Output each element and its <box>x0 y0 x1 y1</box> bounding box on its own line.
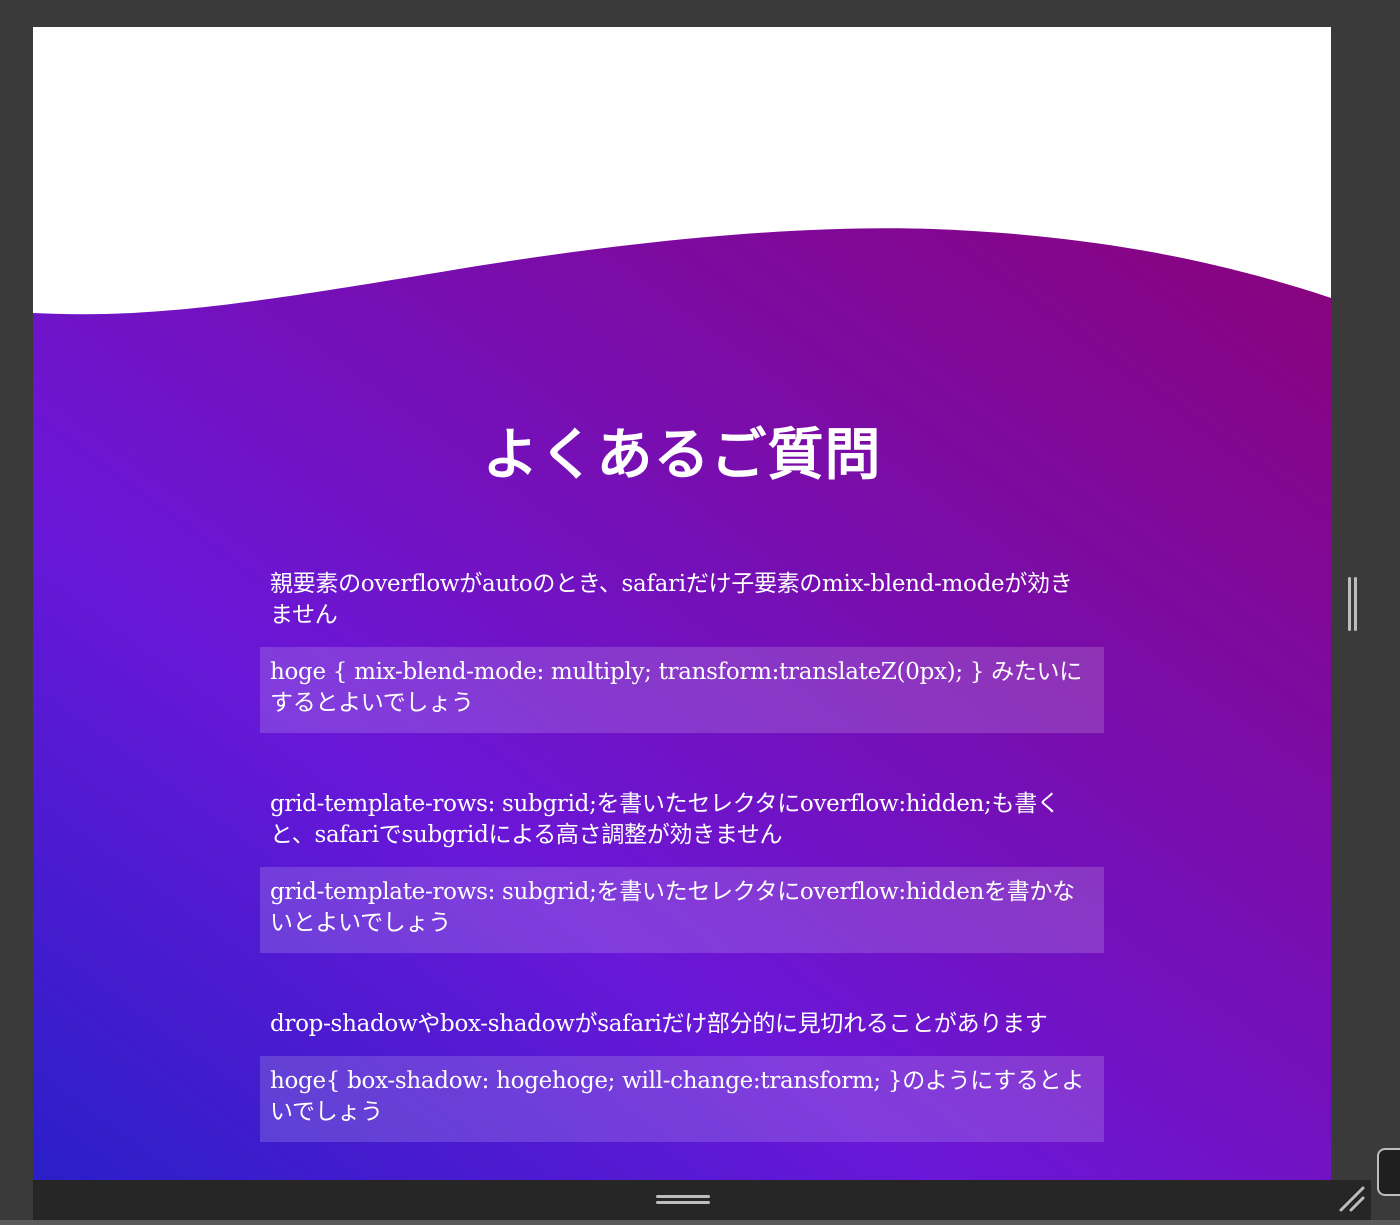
faq-list: 親要素のoverflowがautoのとき、safariだけ子要素のmix-ble… <box>260 565 1104 1180</box>
grip-line <box>1354 577 1357 631</box>
grip-line <box>1348 577 1351 631</box>
vertical-resize-grip-icon[interactable] <box>1345 577 1359 631</box>
faq-question: grid-template-rows: subgrid;を書いたセレクタにove… <box>270 791 1060 848</box>
faq-answer: grid-template-rows: subgrid;を書いたセレクタにove… <box>260 867 1104 953</box>
faq-item: drop-shadowやbox-shadowがsafariだけ部分的に見切れるこ… <box>260 1005 1104 1142</box>
grip-line <box>656 1201 710 1204</box>
window-top-frame <box>0 0 1400 26</box>
faq-item: 親要素のoverflowがautoのとき、safariだけ子要素のmix-ble… <box>260 565 1104 733</box>
page-viewport: よくあるご質問 親要素のoverflowがautoのとき、safariだけ子要素… <box>33 27 1331 1180</box>
faq-section: よくあるご質問 親要素のoverflowがautoのとき、safariだけ子要素… <box>33 27 1331 1180</box>
faq-question: 親要素のoverflowがautoのとき、safariだけ子要素のmix-ble… <box>270 571 1073 628</box>
window-bottom-edge <box>0 1220 1400 1225</box>
resize-corner-icon[interactable] <box>1336 1183 1368 1215</box>
faq-question: drop-shadowやbox-shadowがsafariだけ部分的に見切れるこ… <box>270 1011 1048 1037</box>
faq-answer: hoge { mix-blend-mode: multiply; transfo… <box>260 647 1104 733</box>
corner-line-long <box>1339 1186 1365 1212</box>
grip-line <box>656 1195 710 1198</box>
faq-answer: hoge{ box-shadow: hogehoge; will-change:… <box>260 1056 1104 1142</box>
edge-panel-button[interactable] <box>1377 1148 1400 1196</box>
faq-item: grid-template-rows: subgrid;を書いたセレクタにove… <box>260 785 1104 953</box>
faq-heading: よくあるご質問 <box>482 422 882 488</box>
horizontal-resize-grip-icon[interactable] <box>656 1193 710 1207</box>
